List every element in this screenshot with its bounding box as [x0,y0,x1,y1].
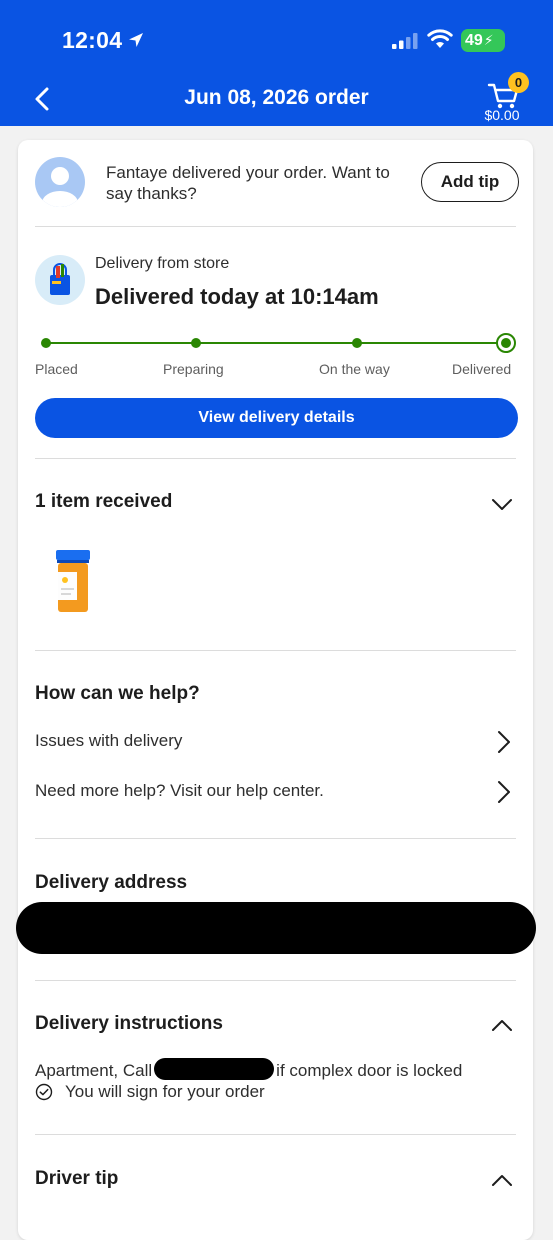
delivery-address-title: Delivery address [35,872,188,893]
order-card: Fantaye delivered your order. Want to sa… [16,140,536,1240]
step-dot-delivered [496,333,516,353]
progress-line [46,342,506,344]
step-label-delivered: Delivered [452,361,512,377]
delivery-instructions-title[interactable]: Delivery instructions [35,1013,223,1035]
delivery-type: Delivery from store [95,255,230,272]
divider [35,226,516,227]
step-dot-on-the-way [352,338,362,348]
status-bar: 12:04 49 ⚡ [0,0,553,82]
divider [35,458,516,459]
cart-total: $0.00 [484,107,520,123]
chevron-down-icon[interactable] [489,491,515,517]
location-arrow-icon [129,33,143,47]
view-delivery-details-button[interactable]: View delivery details [35,398,518,438]
divider [35,838,516,839]
help-title: How can we help? [35,683,200,704]
wifi-icon [427,29,453,48]
chevron-right-icon [498,731,510,753]
signature-note-text: You will sign for your order [65,1082,265,1101]
signature-note: You will sign for your order [35,1082,265,1102]
check-circle-icon [35,1083,53,1101]
store-bag-icon [35,255,85,305]
instructions-text-end: if complex door is locked [276,1061,463,1080]
redacted-phone [154,1058,275,1080]
instructions-text-start: Apartment, Call [35,1061,153,1080]
battery-indicator: 49 ⚡ [461,29,505,52]
step-label-placed: Placed [35,361,78,377]
step-dot-preparing [191,338,201,348]
add-tip-button[interactable]: Add tip [421,162,519,202]
delivery-status: Delivered today at 10:14am [95,284,379,309]
status-time: 12:04 [62,27,123,53]
cellular-signal-icon [392,33,418,49]
divider [35,1134,516,1135]
redacted-address [16,902,536,954]
issues-with-delivery-row[interactable]: Issues with delivery [35,727,518,757]
charging-bolt-icon: ⚡ [483,32,494,48]
help-center-row[interactable]: Need more help? Visit our help center. [35,777,518,807]
step-label-preparing: Preparing [163,361,224,377]
thanks-message: Fantaye delivered your order. Want to sa… [106,163,390,203]
cart-count-badge: 0 [508,72,529,93]
instructions-text: Apartment, Call if complex door is locked [35,1058,462,1081]
chevron-right-icon [498,781,510,803]
step-label-on-the-way: On the way [319,361,390,377]
items-received-title[interactable]: 1 item received [35,491,172,513]
chevron-up-icon[interactable] [489,1013,515,1039]
app-header: 12:04 49 ⚡ Jun 08, 2026 order 0 $0.00 [0,0,553,126]
driver-avatar [35,157,85,207]
divider [35,980,516,981]
user-icon [42,167,78,207]
driver-tip-title[interactable]: Driver tip [35,1168,118,1190]
help-row-label: Need more help? Visit our help center. [35,781,324,800]
page-title: Jun 08, 2026 order [184,86,369,109]
step-dot-placed [41,338,51,348]
help-row-label: Issues with delivery [35,731,183,750]
battery-level: 49 [465,31,483,49]
pill-bottle-image[interactable] [54,550,92,612]
chevron-up-icon[interactable] [489,1168,515,1194]
divider [35,650,516,651]
